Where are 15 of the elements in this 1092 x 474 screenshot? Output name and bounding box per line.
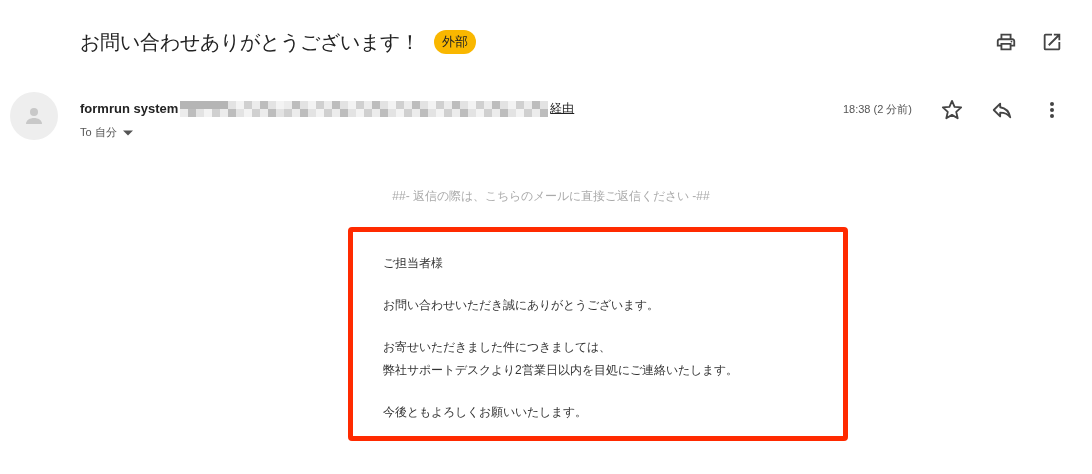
sender-name: formrun system	[80, 101, 179, 116]
message-line: お寄せいただきました件につきましては、	[383, 339, 611, 356]
message-line: ご担当者様	[383, 255, 443, 272]
reply-notice: ##- 返信の際は、こちらのメールに直接ご返信ください -##	[392, 189, 710, 203]
star-icon[interactable]	[940, 98, 964, 122]
message-line: お問い合わせいただき誠にありがとうございます。	[383, 297, 659, 314]
avatar	[10, 92, 58, 140]
via-link[interactable]: 経由	[550, 100, 575, 117]
timestamp: 18:38 (2 分前)	[842, 102, 912, 117]
message-line: 今後ともよろしくお願いいたします。	[383, 404, 587, 421]
caret-icon	[122, 129, 133, 136]
recipient-dropdown[interactable]: To 自分	[80, 125, 575, 140]
email-subject: お問い合わせありがとうございます！	[80, 29, 420, 55]
message-line: 弊社サポートデスクより2営業日以内を目処にご連絡いたします。	[383, 362, 738, 379]
label-tag[interactable]: 外部	[434, 30, 476, 54]
